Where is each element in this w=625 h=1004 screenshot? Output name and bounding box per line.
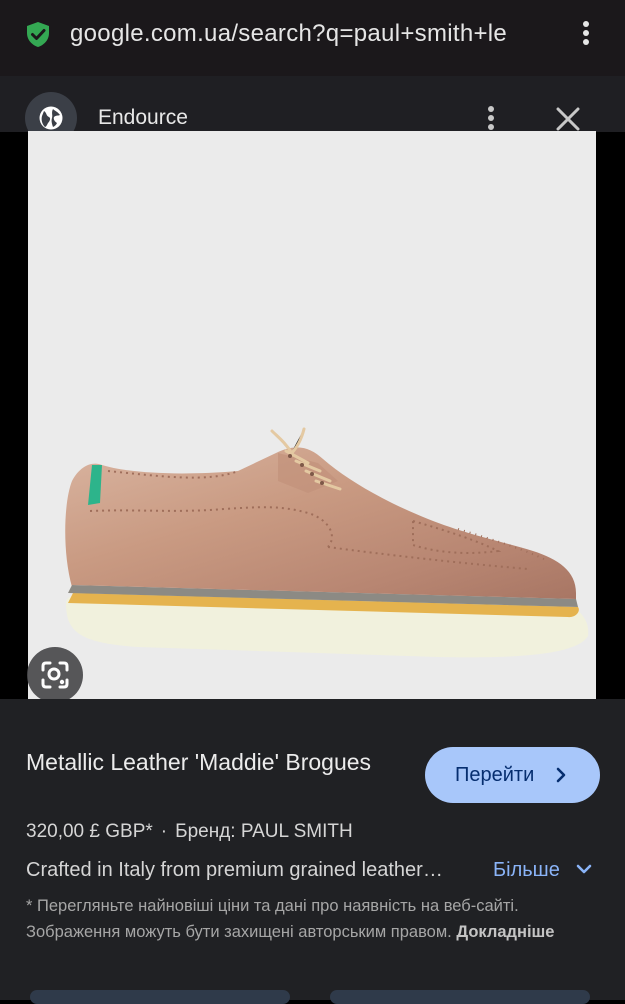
product-meta: 320,00 £ GBP* · Бренд: PAUL SMITH xyxy=(26,818,353,846)
shield-check-icon xyxy=(27,22,49,47)
result-panel xyxy=(0,699,625,1000)
shoe-illustration xyxy=(65,427,589,658)
brand: Бренд: PAUL SMITH xyxy=(175,821,353,842)
chevron-down-icon[interactable] xyxy=(575,862,593,876)
goto-button[interactable]: Перейти xyxy=(425,747,600,803)
goto-button-label: Перейти xyxy=(455,764,535,786)
more-link[interactable]: Більше xyxy=(493,855,560,885)
url-field[interactable]: google.com.ua/search?q=paul+smith+le xyxy=(70,17,560,51)
source-site-name[interactable]: Endource xyxy=(98,104,188,132)
related-result-peek[interactable] xyxy=(30,990,290,1004)
learn-more-link[interactable]: Докладніше xyxy=(456,923,554,941)
lens-icon xyxy=(41,661,69,689)
more-vert-icon[interactable] xyxy=(478,104,504,134)
product-title: Metallic Leather 'Maddie' Brogues xyxy=(26,749,372,775)
more-vert-icon[interactable] xyxy=(572,18,600,48)
globe-icon xyxy=(39,106,63,130)
separator-dot: · xyxy=(160,821,168,842)
product-image[interactable] xyxy=(28,131,596,699)
price: 320,00 £ GBP* xyxy=(26,821,153,842)
close-icon[interactable] xyxy=(553,104,583,134)
google-lens-button[interactable] xyxy=(27,647,83,703)
address-bar: google.com.ua/search?q=paul+smith+le xyxy=(0,0,625,76)
disclaimer-text: * Перегляньте найновіші ціни та дані про… xyxy=(26,897,519,941)
related-result-peek[interactable] xyxy=(330,990,590,1004)
source-strip xyxy=(0,76,625,132)
chevron-right-icon xyxy=(556,767,566,783)
disclaimer: * Перегляньте найновіші ціни та дані про… xyxy=(26,893,586,945)
product-description: Crafted in Italy from premium grained le… xyxy=(26,859,443,881)
